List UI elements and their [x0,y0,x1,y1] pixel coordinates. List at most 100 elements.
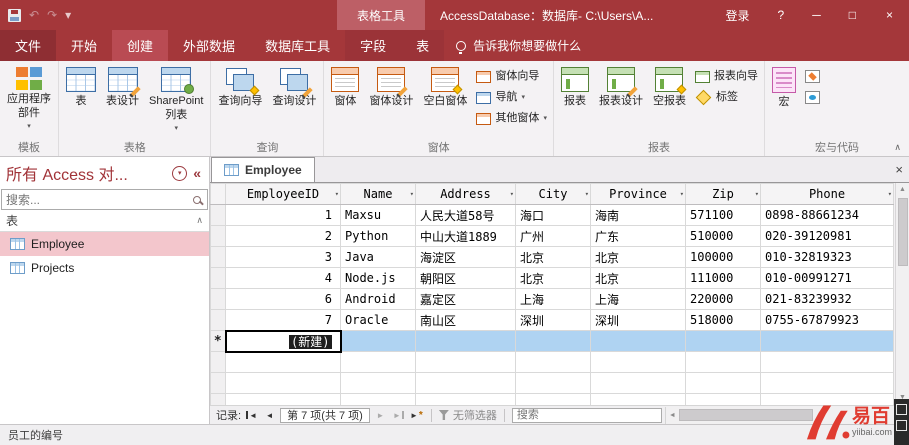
nav-pane-menu-icon[interactable]: ▾ [172,166,187,181]
cell[interactable]: 020-39120981 [761,226,894,247]
cell[interactable]: 海南 [591,205,686,226]
nav-search-input[interactable] [6,193,193,207]
tab-fields[interactable]: 字段 [345,30,401,61]
report-wizard-button[interactable]: 报表向导 [691,66,762,87]
cell[interactable]: 0898-88661234 [761,205,894,226]
report-button[interactable]: 报表 [556,63,594,110]
cell[interactable] [516,331,591,352]
tab-table[interactable]: 表 [401,30,444,61]
shutter-bar-icon[interactable]: « [191,165,203,181]
nav-item-projects[interactable]: Projects [0,256,209,280]
cell[interactable] [341,331,416,352]
visual-basic-button[interactable] [801,87,824,108]
column-header-employeeid[interactable]: EmployeeID▾ [226,184,341,205]
cell[interactable]: 广东 [591,226,686,247]
cell[interactable]: 广州 [516,226,591,247]
select-all-corner[interactable] [211,184,226,205]
column-header-name[interactable]: Name▾ [341,184,416,205]
column-dropdown-icon[interactable]: ▾ [510,190,514,198]
cell[interactable]: 111000 [686,268,761,289]
record-position[interactable]: 第 7 项(共 7 项) [280,408,370,423]
cell[interactable]: 1 [226,205,341,226]
filter-indicator[interactable]: 无筛选器 [439,407,497,423]
sign-in-button[interactable]: 登录 [712,0,764,30]
form-design-button[interactable]: 窗体设计 [364,63,418,110]
cell[interactable]: 深圳 [591,310,686,331]
record-search-input[interactable] [517,409,657,421]
cell[interactable]: Oracle [341,310,416,331]
help-button[interactable]: ? [764,0,799,30]
column-header-city[interactable]: City▾ [516,184,591,205]
cell[interactable]: 010-32819323 [761,247,894,268]
cell[interactable]: 0755-67879923 [761,310,894,331]
cell[interactable]: 朝阳区 [416,268,516,289]
row-selector[interactable] [211,226,226,247]
cell[interactable]: 深圳 [516,310,591,331]
cell[interactable]: 021-83239932 [761,289,894,310]
report-design-button[interactable]: 报表设计 [594,63,648,110]
collapse-ribbon-button[interactable]: ∧ [894,142,901,153]
labels-button[interactable]: 标签 [691,87,762,108]
cell[interactable]: 518000 [686,310,761,331]
table-design-button[interactable]: 表设计 [101,63,144,110]
maximize-button[interactable]: □ [835,0,870,30]
tab-external-data[interactable]: 外部数据 [168,30,250,61]
section-collapse-icon[interactable]: ∧ [196,215,203,226]
module-button[interactable] [801,66,824,87]
column-header-zip[interactable]: Zip▾ [686,184,761,205]
cell[interactable]: 南山区 [416,310,516,331]
cell[interactable]: 北京 [591,247,686,268]
employee-tab[interactable]: Employee [211,157,315,182]
redo-icon[interactable]: ↷ [47,8,57,22]
tab-home[interactable]: 开始 [56,30,112,61]
cell[interactable]: 100000 [686,247,761,268]
cell[interactable] [416,331,516,352]
query-design-button[interactable]: 查询设计 [267,63,321,110]
last-record-button[interactable]: ► [391,408,406,423]
column-dropdown-icon[interactable]: ▾ [335,190,339,198]
close-tab-icon[interactable]: × [892,162,906,177]
navigation-button[interactable]: 导航 ▾ [472,87,551,108]
cell[interactable]: 510000 [686,226,761,247]
cell[interactable] [761,331,894,352]
undo-icon[interactable]: ↶ [29,8,39,22]
next-record-button[interactable]: ► [373,408,388,423]
blank-form-button[interactable]: 空白窗体 [418,63,472,110]
cell[interactable]: 海淀区 [416,247,516,268]
column-dropdown-icon[interactable]: ▾ [585,190,589,198]
cell[interactable]: 571100 [686,205,761,226]
cell[interactable]: 北京 [591,268,686,289]
previous-record-button[interactable]: ◄ [262,408,277,423]
cell[interactable]: 上海 [516,289,591,310]
macro-button[interactable]: 宏 [767,63,801,111]
form-button[interactable]: 窗体 [326,63,364,110]
horizontal-scroll-thumb[interactable] [679,409,813,421]
column-dropdown-icon[interactable]: ▾ [410,190,414,198]
cell[interactable]: 嘉定区 [416,289,516,310]
new-record-cell[interactable]: (新建) [226,331,341,352]
table-button[interactable]: 表 [61,63,101,110]
cell[interactable]: Python [341,226,416,247]
column-header-phone[interactable]: Phone▾ [761,184,894,205]
scroll-left-icon[interactable]: ◄ [666,412,679,419]
tell-me-box[interactable]: 告诉我你想要做什么 [444,30,593,61]
scroll-up-icon[interactable]: ▲ [899,183,906,197]
cell[interactable]: 2 [226,226,341,247]
cell[interactable]: Java [341,247,416,268]
row-selector[interactable] [211,310,226,331]
tab-file[interactable]: 文件 [0,30,56,61]
cell[interactable]: 010-00991271 [761,268,894,289]
form-wizard-button[interactable]: 窗体向导 [472,66,551,87]
first-record-button[interactable]: ◄ [244,408,259,423]
blank-report-button[interactable]: 空报表 [648,63,691,110]
cell[interactable]: 上海 [591,289,686,310]
row-selector[interactable] [211,247,226,268]
nav-section-tables[interactable]: 表 ∧ [0,210,209,232]
row-selector[interactable] [211,205,226,226]
close-button[interactable]: × [870,0,909,30]
vertical-scrollbar[interactable]: ▲ ▼ [895,183,909,405]
cell[interactable]: 4 [226,268,341,289]
column-dropdown-icon[interactable]: ▾ [680,190,684,198]
column-header-address[interactable]: Address▾ [416,184,516,205]
cell[interactable]: 中山大道1889 [416,226,516,247]
